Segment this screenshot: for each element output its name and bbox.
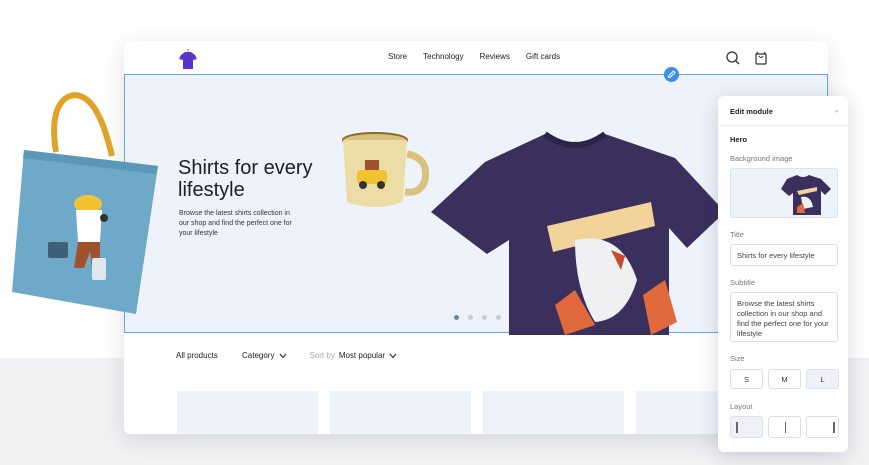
product-grid xyxy=(177,391,777,434)
hero-subtitle: Browse the latest shirts collection in o… xyxy=(179,210,292,237)
tshirt-logo-icon[interactable]: 2 xyxy=(177,49,199,71)
layout-left-icon xyxy=(736,422,738,433)
nav-item-gift-cards[interactable]: Gift cards xyxy=(526,52,560,61)
category-dropdown[interactable]: Category xyxy=(242,351,287,360)
chevron-down-icon xyxy=(280,353,287,358)
panel-header: Edit module • xyxy=(718,96,848,126)
section-heading: Hero xyxy=(730,135,748,144)
shopping-bag-icon[interactable] xyxy=(753,50,769,66)
title-field-label: Title xyxy=(730,230,744,239)
title-input[interactable]: Shirts for every lifestyle xyxy=(730,244,838,266)
layout-center-icon xyxy=(784,422,786,433)
size-option-m[interactable]: M xyxy=(768,369,801,389)
layout-option-center[interactable] xyxy=(768,416,801,438)
nav-item-store[interactable]: Store xyxy=(388,52,407,61)
category-label: Category xyxy=(242,351,275,360)
nav-item-reviews[interactable]: Reviews xyxy=(480,52,510,61)
hero-title: Shirts for every lifestyle xyxy=(178,157,313,201)
product-card[interactable] xyxy=(483,391,624,434)
layout-option-right[interactable] xyxy=(806,416,839,438)
panel-title: Edit module xyxy=(730,107,773,116)
size-selector: S M L xyxy=(730,369,839,389)
background-image-thumbnail[interactable] xyxy=(730,168,838,218)
svg-text:2: 2 xyxy=(187,49,190,55)
layout-option-left[interactable] xyxy=(730,416,763,438)
subtitle-field-label: Subtitle xyxy=(730,278,756,287)
edit-module-panel: Edit module • Hero Background image Titl… xyxy=(718,96,848,452)
size-option-s[interactable]: S xyxy=(730,369,763,389)
chevron-down-icon xyxy=(389,353,397,358)
size-option-l[interactable]: L xyxy=(806,369,839,389)
layout-right-icon xyxy=(833,422,835,433)
edit-pencil-icon[interactable] xyxy=(664,67,679,82)
mug-image xyxy=(342,132,430,207)
tshirt-image xyxy=(431,131,725,335)
sort-value: Most popular xyxy=(338,351,386,360)
layout-selector xyxy=(730,416,839,438)
tshirt-thumbnail-icon xyxy=(781,175,831,215)
size-label: Size xyxy=(730,354,745,363)
product-card[interactable] xyxy=(177,391,318,434)
sort-label: Sort by xyxy=(309,351,335,360)
filter-all-products[interactable]: All products xyxy=(176,351,218,360)
layout-label: Layout xyxy=(730,402,753,411)
carousel-dot[interactable] xyxy=(496,315,501,320)
sort-dropdown[interactable]: Sort by Most popular xyxy=(309,351,397,360)
tote-bag-image xyxy=(12,92,158,314)
search-icon[interactable] xyxy=(725,50,741,66)
product-card[interactable] xyxy=(330,391,471,434)
carousel-dot[interactable] xyxy=(454,315,459,320)
top-navigation: 2 Store Technology Reviews Gift cards xyxy=(124,41,828,75)
carousel-dot[interactable] xyxy=(468,315,473,320)
subtitle-textarea[interactable]: Browse the latest shirts collection in o… xyxy=(730,292,838,342)
background-image-label: Background image xyxy=(730,154,793,163)
carousel-dot[interactable] xyxy=(482,315,487,320)
carousel-dots xyxy=(454,315,501,320)
product-filters: All products Category Sort by Most popul… xyxy=(176,351,397,360)
nav-item-technology[interactable]: Technology xyxy=(423,52,463,61)
nav-menu: Store Technology Reviews Gift cards xyxy=(388,52,560,61)
close-icon[interactable]: • xyxy=(835,107,838,116)
